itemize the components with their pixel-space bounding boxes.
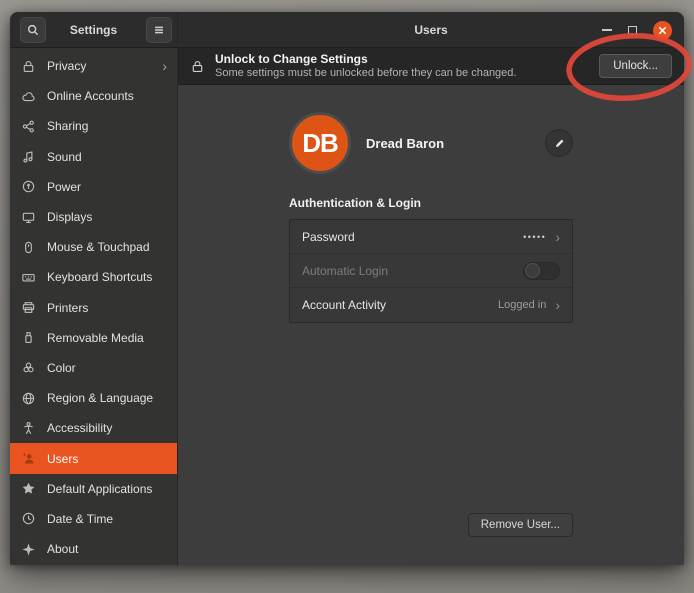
sidebar-item-sharing[interactable]: Sharing — [10, 111, 177, 141]
display-icon — [21, 210, 36, 225]
sidebar-item-color[interactable]: Color — [10, 353, 177, 383]
sidebar-item-keyboard-shortcuts[interactable]: Keyboard Shortcuts — [10, 262, 177, 292]
automatic-login-label: Automatic Login — [302, 264, 388, 278]
chevron-right-icon: › — [555, 230, 560, 244]
sidebar-item-default-applications[interactable]: Default Applications — [10, 474, 177, 504]
sidebar-label: Default Applications — [47, 482, 152, 496]
sidebar-item-date-time[interactable]: Date & Time — [10, 504, 177, 534]
sidebar-label: Mouse & Touchpad — [47, 240, 150, 254]
sidebar-label: Sharing — [47, 119, 88, 133]
share-icon — [21, 119, 36, 134]
auth-section: Authentication & Login Password ••••• › — [289, 196, 573, 323]
sidebar-item-privacy[interactable]: Privacy › — [10, 51, 177, 81]
menu-button[interactable] — [146, 17, 172, 43]
sidebar-label: Removable Media — [47, 331, 144, 345]
unlock-banner-text: Unlock to Change Settings Some settings … — [215, 52, 516, 81]
user-page: DB Dread Baron Authentication & Login Pa… — [178, 85, 684, 565]
sidebar-label: Accessibility — [47, 421, 112, 435]
toggle-knob — [525, 263, 540, 278]
password-row[interactable]: Password ••••• › — [290, 220, 572, 254]
power-icon — [21, 179, 36, 194]
search-button[interactable] — [20, 17, 46, 43]
sidebar-label: Power — [47, 180, 81, 194]
sidebar-label: Displays — [47, 210, 92, 224]
sidebar-item-region-language[interactable]: Region & Language — [10, 383, 177, 413]
password-label: Password — [302, 230, 355, 244]
titlebar-left: Settings — [10, 12, 178, 47]
auth-list: Password ••••• › Automatic Login — [289, 219, 573, 323]
sidebar-item-mouse-touchpad[interactable]: Mouse & Touchpad — [10, 232, 177, 262]
sidebar-item-about[interactable]: About — [10, 534, 177, 564]
window-body: Privacy › Online Accounts Sharing Sound — [10, 48, 684, 565]
star-icon — [21, 481, 36, 496]
unlock-banner-subtitle: Some settings must be unlocked before th… — [215, 67, 516, 81]
lock-icon — [190, 59, 205, 74]
color-icon — [21, 360, 36, 375]
chevron-right-icon: › — [555, 298, 560, 312]
mouse-icon — [21, 240, 36, 255]
sidebar-label: Region & Language — [47, 391, 153, 405]
settings-window: Settings Users — [10, 12, 684, 565]
sidebar-item-users[interactable]: Users — [10, 443, 177, 473]
unlock-button[interactable]: Unlock... — [599, 54, 672, 78]
sidebar-label: Date & Time — [47, 512, 113, 526]
chevron-right-icon: › — [162, 59, 167, 73]
sidebar-label: Users — [47, 452, 78, 466]
edit-name-button[interactable] — [545, 129, 573, 157]
users-icon — [21, 451, 36, 466]
account-activity-row[interactable]: Account Activity Logged in › — [290, 288, 572, 322]
sidebar-item-removable-media[interactable]: Removable Media — [10, 323, 177, 353]
sidebar-label: Sound — [47, 150, 82, 164]
unlock-banner: Unlock to Change Settings Some settings … — [178, 48, 684, 85]
cloud-icon — [21, 89, 36, 104]
maximize-icon[interactable] — [628, 26, 637, 35]
sidebar-label: Printers — [47, 301, 88, 315]
sidebar-label: Color — [47, 361, 76, 375]
globe-icon — [21, 391, 36, 406]
avatar: DB — [289, 112, 351, 174]
hamburger-menu-icon — [152, 23, 166, 37]
unlock-banner-title: Unlock to Change Settings — [215, 52, 516, 67]
users-panel: Unlock to Change Settings Some settings … — [178, 48, 684, 565]
flash-drive-icon — [21, 330, 36, 345]
accessibility-icon — [21, 421, 36, 436]
auth-section-header: Authentication & Login — [289, 196, 573, 210]
titlebar: Settings Users — [10, 12, 684, 48]
sidebar-label: Privacy — [47, 59, 86, 73]
account-activity-value: Logged in — [498, 299, 546, 311]
pencil-icon — [553, 137, 566, 150]
lock-icon — [21, 59, 36, 74]
user-header: DB Dread Baron — [289, 112, 573, 174]
sidebar-item-accessibility[interactable]: Accessibility — [10, 413, 177, 443]
sidebar-item-sound[interactable]: Sound — [10, 142, 177, 172]
desktop-background: Settings Users — [0, 0, 694, 593]
sidebar-label: About — [47, 542, 78, 556]
titlebar-right: Users — [178, 12, 684, 47]
user-name: Dread Baron — [366, 136, 444, 151]
sparkle-icon — [21, 542, 36, 557]
close-x-glyph — [658, 26, 667, 35]
music-note-icon — [21, 149, 36, 164]
password-dots: ••••• — [523, 232, 546, 242]
printer-icon — [21, 300, 36, 315]
minimize-icon[interactable] — [602, 29, 612, 31]
sidebar: Privacy › Online Accounts Sharing Sound — [10, 48, 178, 565]
keyboard-icon — [21, 270, 36, 285]
window-controls — [602, 12, 672, 48]
sidebar-label: Online Accounts — [47, 89, 134, 103]
sidebar-item-printers[interactable]: Printers — [10, 293, 177, 323]
sidebar-label: Keyboard Shortcuts — [47, 270, 152, 284]
sidebar-item-power[interactable]: Power — [10, 172, 177, 202]
close-icon[interactable] — [653, 21, 672, 40]
sidebar-item-online-accounts[interactable]: Online Accounts — [10, 81, 177, 111]
automatic-login-row: Automatic Login — [290, 254, 572, 288]
sidebar-item-displays[interactable]: Displays — [10, 202, 177, 232]
clock-icon — [21, 511, 36, 526]
remove-user-button[interactable]: Remove User... — [468, 513, 573, 537]
account-activity-label: Account Activity — [302, 298, 386, 312]
automatic-login-toggle[interactable] — [523, 262, 560, 280]
search-icon — [26, 23, 40, 37]
